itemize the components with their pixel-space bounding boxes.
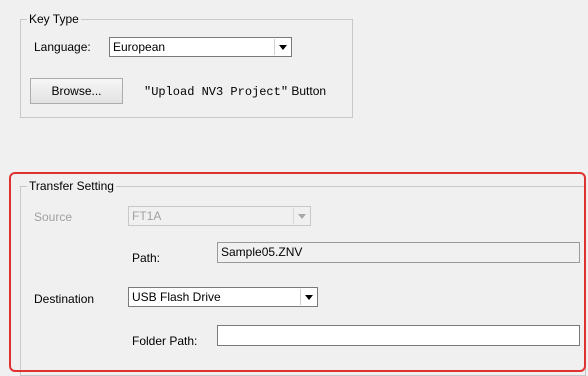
path-label: Path:	[132, 251, 161, 265]
key-type-group-title: Key Type	[27, 12, 81, 26]
destination-select-value: USB Flash Drive	[132, 290, 221, 304]
source-select-value: FT1A	[132, 209, 162, 223]
folder-path-label: Folder Path:	[132, 334, 198, 348]
source-dropdown-button[interactable]	[293, 208, 309, 224]
path-field-value: Sample05.ZNV	[221, 245, 303, 259]
source-select[interactable]: FT1A	[128, 206, 311, 226]
source-label: Source	[34, 210, 73, 224]
language-select-value: European	[113, 40, 166, 54]
chevron-down-icon	[305, 295, 313, 300]
upload-nv3-caption-suffix: Button	[288, 84, 327, 98]
language-dropdown-button[interactable]	[274, 39, 290, 55]
language-label: Language:	[34, 40, 91, 54]
transfer-setting-group-title: Transfer Setting	[27, 179, 116, 193]
language-select[interactable]: European	[109, 37, 292, 57]
destination-label: Destination	[34, 292, 95, 306]
browse-button[interactable]: Browse...	[30, 78, 123, 104]
destination-select[interactable]: USB Flash Drive	[128, 287, 318, 307]
chevron-down-icon	[279, 45, 287, 50]
folder-path-input[interactable]	[217, 325, 580, 346]
path-field[interactable]: Sample05.ZNV	[217, 242, 580, 263]
upload-nv3-caption-mono: "Upload NV3 Project"	[144, 85, 289, 99]
upload-nv3-caption: "Upload NV3 Project" Button	[144, 84, 326, 99]
destination-dropdown-button[interactable]	[300, 289, 316, 305]
chevron-down-icon	[298, 214, 306, 219]
